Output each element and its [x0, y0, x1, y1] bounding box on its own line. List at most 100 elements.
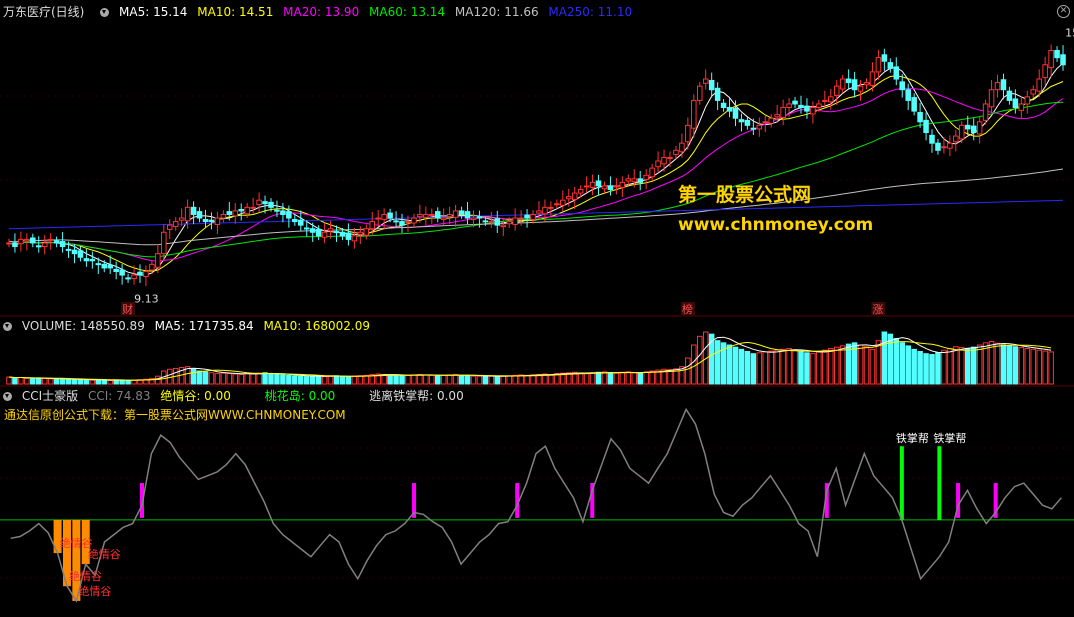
volume-bar — [470, 375, 477, 385]
badge-cai: 财 — [122, 302, 133, 316]
candle-body — [83, 258, 90, 262]
candle-body — [923, 119, 929, 133]
volume-bar — [292, 375, 298, 385]
candle-body — [560, 199, 566, 206]
cci-value: CCI: 74.83 — [87, 389, 151, 403]
candle-body — [214, 217, 221, 225]
candle-body — [512, 217, 518, 225]
candle-body — [339, 231, 346, 237]
candle-body — [822, 99, 828, 102]
candle-body — [613, 185, 620, 188]
candle-body — [500, 224, 507, 228]
candle-body — [673, 149, 679, 156]
candle-body — [518, 217, 524, 220]
volume-bar — [929, 354, 935, 385]
volume-bar — [399, 375, 405, 385]
candle-body — [929, 134, 935, 144]
volume-bar — [83, 379, 90, 385]
volume-bar — [488, 375, 495, 385]
candle-body — [446, 213, 453, 218]
candle-body — [226, 211, 233, 215]
volume-bar — [899, 342, 905, 385]
volume-bar — [697, 335, 703, 385]
volume-bar — [947, 347, 953, 385]
candle-body — [71, 249, 78, 255]
candle-body — [488, 221, 495, 224]
candle-body — [262, 201, 268, 205]
volume-bar — [774, 349, 780, 385]
candle-body — [893, 66, 900, 80]
candle-body — [24, 238, 30, 242]
ma20-line — [8, 87, 1064, 262]
ma20-label: MA20: 13.90 — [283, 5, 360, 19]
price-legend: 万东医疗(日线) MA5: 15.14 MA10: 14.51 MA20: 13… — [0, 4, 638, 20]
candle-body — [89, 258, 96, 262]
thd-value: 桃花岛: 0.00 — [264, 389, 336, 403]
volume-bar — [339, 375, 346, 385]
candle-body — [119, 269, 125, 276]
ma10-label: MA10: 14.51 — [197, 5, 274, 19]
candle-body — [619, 181, 626, 188]
volume-bar — [411, 374, 417, 385]
candle-body — [131, 274, 137, 280]
candle-body — [280, 210, 286, 215]
volume-bar — [280, 374, 286, 385]
candle-body — [571, 192, 578, 200]
ma250-label: MA250: 11.10 — [548, 5, 633, 19]
volume-bar — [155, 375, 161, 385]
candle-body — [714, 87, 721, 101]
candle-body — [411, 217, 417, 224]
candle-body — [750, 127, 757, 130]
candle-body — [202, 218, 209, 223]
volume-bar — [315, 375, 322, 385]
candle-body — [625, 178, 632, 182]
candle-body — [381, 213, 387, 220]
stock-title[interactable]: 万东医疗(日线) — [3, 5, 84, 19]
ma5-label: MA5: 15.14 — [119, 5, 188, 19]
volume-bar — [780, 348, 786, 385]
volume-bar — [417, 373, 423, 385]
tlzb-value: 逃离铁掌帮: 0.00 — [369, 389, 464, 403]
volume-bar — [24, 377, 30, 385]
candle-body — [708, 79, 715, 91]
volume-bar — [649, 370, 655, 385]
candle-body — [845, 78, 852, 84]
candle-body — [65, 248, 72, 251]
candle-body — [935, 142, 941, 151]
volume-bar — [768, 350, 774, 385]
candle-body — [274, 209, 280, 212]
volume-bar — [53, 378, 60, 385]
jqg-label: 绝情谷 — [88, 547, 121, 561]
ma250-line — [8, 199, 1064, 230]
volume-dropdown-icon[interactable] — [3, 322, 12, 331]
candle-body — [982, 103, 989, 121]
volume-bar — [994, 342, 1001, 385]
volume-bar — [613, 372, 620, 385]
candle-body — [667, 156, 673, 159]
volume-bar — [220, 372, 227, 385]
candle-body — [321, 231, 328, 238]
candle-body — [1030, 89, 1037, 95]
volume-bar — [744, 351, 751, 385]
candle-body — [524, 214, 530, 219]
volume-bar — [738, 348, 745, 385]
candle-body — [393, 220, 399, 223]
volume-bar — [244, 373, 250, 385]
volume-bar — [828, 347, 834, 385]
dropdown-icon[interactable] — [100, 8, 110, 17]
volume-bar — [500, 375, 507, 385]
candle-body — [839, 78, 846, 90]
candle-body — [702, 78, 709, 84]
badge-bang: 榜 — [682, 302, 693, 316]
cci-dropdown-icon[interactable] — [3, 392, 12, 401]
volume-bar — [6, 376, 12, 385]
volume-bar — [953, 346, 959, 385]
close-icon[interactable]: ✕ — [1057, 5, 1070, 18]
volume-bar — [822, 349, 828, 385]
candle-body — [899, 81, 905, 91]
cci-title[interactable]: CCI士豪版 — [22, 389, 78, 403]
candle-body — [452, 210, 459, 218]
volume-bar — [816, 351, 822, 385]
candle-body — [953, 135, 959, 143]
volume-bar — [190, 368, 197, 385]
